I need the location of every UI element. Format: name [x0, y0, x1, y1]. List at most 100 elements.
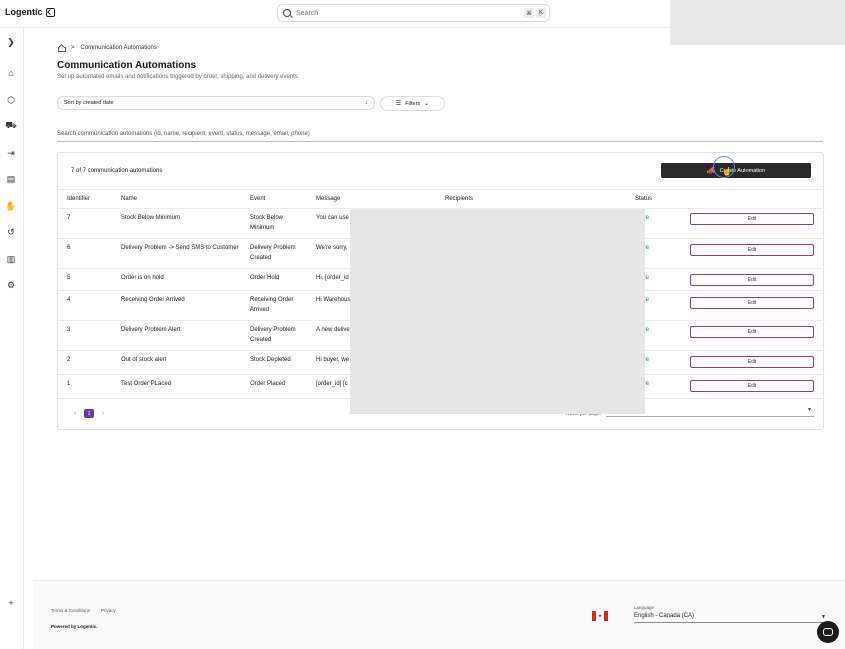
terms-link[interactable]: Terms & Conditions	[51, 608, 90, 613]
table-search-placeholder: Search communication automations (id, na…	[57, 131, 310, 137]
cell-message: [order_id] [c	[316, 381, 348, 387]
caret-down-icon: ▼	[807, 407, 812, 413]
filters-button[interactable]: ☰ Filters ⌄	[380, 96, 445, 111]
home-icon[interactable]: ⌂	[6, 68, 16, 78]
cell-name: Order is on hold	[121, 275, 164, 281]
table-header: Identifier Name Event Message Recipients…	[58, 189, 825, 209]
cell-event: Stock Depleted	[250, 357, 291, 363]
placeholder-panel	[670, 0, 845, 45]
chat-button[interactable]	[817, 621, 839, 643]
pointer-cursor-icon: ☝	[722, 167, 732, 176]
pagination: ‹ 1 ›	[74, 409, 104, 418]
cell-message: A new delive	[316, 327, 350, 333]
redacted-overlay	[350, 209, 645, 414]
returns-icon[interactable]: ↺	[6, 227, 16, 237]
cell-message: Hi, [order_id	[316, 275, 349, 281]
cell-message: Hi buyer, we	[316, 357, 350, 363]
cell-id: 4	[67, 297, 71, 303]
cell-message: You can use	[316, 215, 349, 221]
cell-name: Stock Below Minimum	[121, 215, 181, 221]
filter-icon: ☰	[395, 101, 402, 107]
cell-id: 1	[67, 381, 71, 387]
plus-icon[interactable]: +	[6, 598, 16, 608]
edit-button[interactable]: Edit	[690, 380, 814, 392]
canada-flag-icon: ✦	[592, 611, 608, 621]
expand-chevron-icon[interactable]: ❯	[6, 37, 16, 47]
breadcrumb-current: Communication Automations	[80, 44, 157, 51]
cell-event: Delivery Problem Created	[250, 245, 296, 261]
app-root: Logentic ⌘ K ❯ ⌂ ⬡ ⛟ ⇥ ▤ ✋ ↺ ▥ ⚙ + > Com…	[0, 0, 845, 649]
footer: Terms & Conditions Privacy Powered by Lo…	[33, 580, 845, 649]
logo[interactable]: Logentic	[5, 7, 55, 17]
create-automation-button[interactable]: 📣 Create Automation	[661, 163, 811, 178]
result-count: 7 of 7 communication automations	[71, 168, 163, 174]
prev-page-icon[interactable]: ‹	[74, 411, 76, 417]
edit-button[interactable]: Edit	[690, 356, 814, 368]
header-identifier[interactable]: Identifier	[67, 196, 90, 202]
cart-icon[interactable]: ⛟	[5, 120, 16, 131]
chat-icon	[823, 628, 833, 636]
cell-id: 5	[67, 275, 71, 281]
cell-id: 2	[67, 357, 71, 363]
header-message[interactable]: Message	[316, 196, 340, 202]
language-select[interactable]: English - Canada (CA) ▼	[634, 613, 828, 623]
global-search[interactable]: ⌘ K	[277, 4, 550, 22]
cell-event: Order Placed	[250, 381, 286, 387]
k-key-badge: K	[536, 8, 546, 18]
page-title: Communication Automations	[57, 60, 197, 71]
edit-button[interactable]: Edit	[690, 297, 814, 309]
edit-button[interactable]: Edit	[690, 213, 814, 225]
cell-event: Order Hold	[250, 275, 280, 281]
cell-id: 7	[67, 215, 71, 221]
breadcrumb-separator: >	[71, 44, 75, 51]
edit-button[interactable]: Edit	[690, 244, 814, 256]
page-number-current[interactable]: 1	[84, 409, 94, 418]
home-icon[interactable]	[57, 44, 66, 52]
cell-name: Delivery Problem -> Send SMS to Customer	[121, 245, 239, 251]
cell-event: Stock Below Minimum	[250, 215, 284, 231]
cell-name: Delivery Problem Alert	[121, 327, 181, 333]
filters-label: Filters	[405, 100, 421, 107]
header-name[interactable]: Name	[121, 196, 137, 202]
inbound-icon[interactable]: ⇥	[6, 148, 16, 158]
cell-event: Receiving Order Arrived	[250, 297, 294, 313]
sort-label: Sort by created date	[64, 100, 114, 106]
cell-name: Out of stock alert	[121, 357, 167, 363]
language-label: Language	[634, 605, 655, 610]
cell-id: 3	[67, 327, 71, 333]
breadcrumb: > Communication Automations	[57, 44, 824, 52]
command-key-icon: ⌘	[524, 8, 534, 18]
cell-id: 6	[67, 245, 71, 251]
edit-button[interactable]: Edit	[690, 326, 814, 338]
cell-name: Test Order PLaced	[121, 381, 172, 387]
search-icon	[283, 9, 291, 17]
header-status[interactable]: Status	[635, 196, 652, 202]
hand-icon[interactable]: ✋	[5, 201, 16, 211]
page-subtitle: Set up automated emails and notification…	[57, 74, 298, 80]
search-input[interactable]	[296, 9, 496, 17]
document-icon[interactable]: ▤	[6, 174, 16, 184]
chevron-down-icon: ⌄	[424, 101, 430, 107]
cell-message: Hi Warehous	[316, 297, 351, 303]
app-name: Logentic	[5, 7, 43, 17]
table-search-input[interactable]: Search communication automations (id, na…	[57, 130, 823, 142]
next-page-icon[interactable]: ›	[102, 411, 104, 417]
privacy-link[interactable]: Privacy	[101, 608, 116, 613]
header-event[interactable]: Event	[250, 196, 265, 202]
chart-icon[interactable]: ▥	[6, 254, 16, 264]
cell-name: Receiving Order Arrived	[121, 297, 185, 303]
gear-icon[interactable]: ⚙	[6, 280, 16, 290]
edit-button[interactable]: Edit	[690, 274, 814, 286]
sidebar: ❯ ⌂ ⬡ ⛟ ⇥ ▤ ✋ ↺ ▥ ⚙ +	[0, 28, 24, 649]
collapse-sidebar-icon[interactable]	[45, 7, 55, 17]
sort-direction-icon[interactable]: ↓	[365, 99, 369, 106]
main-content: > Communication Automations Communicatio…	[57, 44, 825, 430]
box-icon[interactable]: ⬡	[6, 95, 16, 105]
header-recipients[interactable]: Recipients	[445, 196, 473, 202]
sort-select[interactable]: Sort by created date ↓	[57, 96, 375, 110]
language-value: English - Canada (CA)	[634, 613, 695, 619]
cell-event: Delivery Problem Created	[250, 327, 296, 343]
footer-links: Terms & Conditions Privacy	[51, 608, 116, 613]
powered-by: Powered by Logentic.	[51, 624, 98, 629]
caret-down-icon: ▼	[821, 614, 826, 620]
